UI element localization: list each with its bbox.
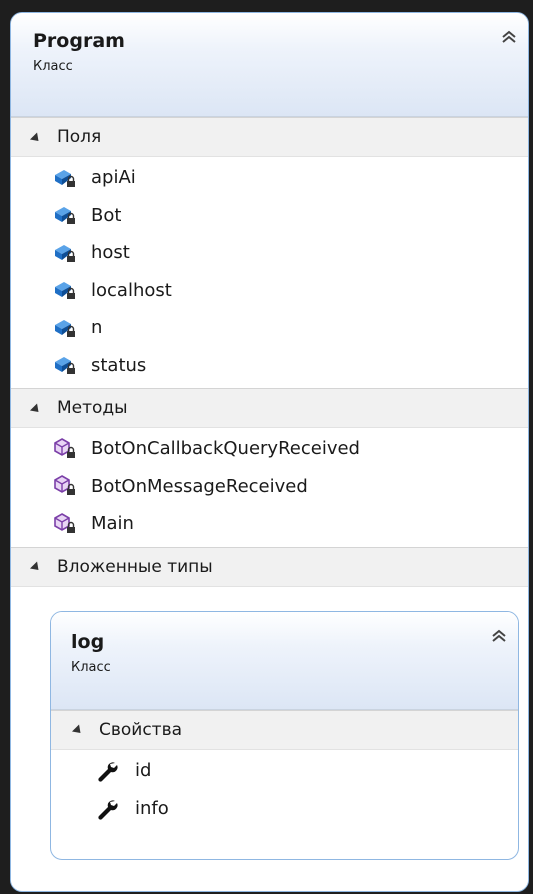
method-item[interactable]: BotOnCallbackQueryReceived xyxy=(11,430,528,468)
section-header-fields[interactable]: Поля xyxy=(11,117,528,157)
class-box-program[interactable]: Program Класс Поля apiAi Bot host localh… xyxy=(10,12,529,892)
wrench-icon xyxy=(98,761,118,782)
field-item[interactable]: apiAi xyxy=(11,159,528,197)
method-item[interactable]: Main xyxy=(11,505,528,543)
field-item[interactable]: n xyxy=(11,309,528,347)
method-name: Main xyxy=(91,513,134,535)
section-header-nested-types[interactable]: Вложенные типы xyxy=(11,546,528,587)
field-item[interactable]: host xyxy=(11,234,528,272)
field-name: apiAi xyxy=(91,167,136,189)
fields-list: apiAi Bot host localhost n status xyxy=(11,157,528,388)
properties-list: id info xyxy=(51,749,518,832)
field-name: host xyxy=(91,242,130,264)
property-item[interactable]: id xyxy=(51,752,518,790)
class-box-log[interactable]: log Класс Свойства id info xyxy=(50,610,519,860)
property-item[interactable]: info xyxy=(51,790,518,828)
private-field-icon xyxy=(55,169,75,187)
method-name: BotOnMessageReceived xyxy=(91,475,308,497)
field-name: Bot xyxy=(91,204,122,226)
property-name: id xyxy=(135,760,152,781)
private-field-icon xyxy=(55,244,75,262)
section-label: Поля xyxy=(57,127,102,147)
collapse-triangle-icon xyxy=(71,724,85,737)
nested-types-area: log Класс Свойства id info xyxy=(11,586,528,887)
double-chevron-up-icon[interactable] xyxy=(500,29,518,45)
section-header-properties[interactable]: Свойства xyxy=(51,709,518,750)
section-label: Свойства xyxy=(99,719,183,740)
field-name: localhost xyxy=(91,279,172,301)
method-item[interactable]: BotOnMessageReceived xyxy=(11,468,528,506)
field-item[interactable]: localhost xyxy=(11,272,528,310)
private-field-icon xyxy=(55,357,75,375)
double-chevron-up-icon[interactable] xyxy=(490,628,508,644)
private-field-icon xyxy=(55,319,75,337)
methods-list: BotOnCallbackQueryReceived BotOnMessageR… xyxy=(11,428,528,547)
section-header-methods[interactable]: Методы xyxy=(11,388,528,428)
field-name: n xyxy=(91,317,103,339)
nested-class-header: log Класс xyxy=(51,611,518,710)
property-name: info xyxy=(135,798,169,819)
field-item[interactable]: Bot xyxy=(11,197,528,235)
wrench-icon xyxy=(98,799,118,820)
nested-class-kind: Класс xyxy=(71,659,111,675)
class-kind: Класс xyxy=(33,59,73,74)
section-label: Методы xyxy=(57,398,128,418)
method-name: BotOnCallbackQueryReceived xyxy=(91,438,360,460)
private-field-icon xyxy=(55,207,75,225)
class-name: Program xyxy=(33,30,125,52)
field-name: status xyxy=(91,354,147,376)
private-method-icon xyxy=(54,512,75,533)
private-field-icon xyxy=(55,282,75,300)
section-label: Вложенные типы xyxy=(57,556,213,577)
nested-class-name: log xyxy=(71,630,105,653)
collapse-triangle-icon xyxy=(29,561,43,574)
collapse-triangle-icon xyxy=(29,402,43,416)
private-method-icon xyxy=(54,475,75,496)
private-method-icon xyxy=(54,437,75,458)
class-header: Program Класс xyxy=(11,13,528,117)
field-item[interactable]: status xyxy=(11,347,528,385)
collapse-triangle-icon xyxy=(29,131,43,145)
